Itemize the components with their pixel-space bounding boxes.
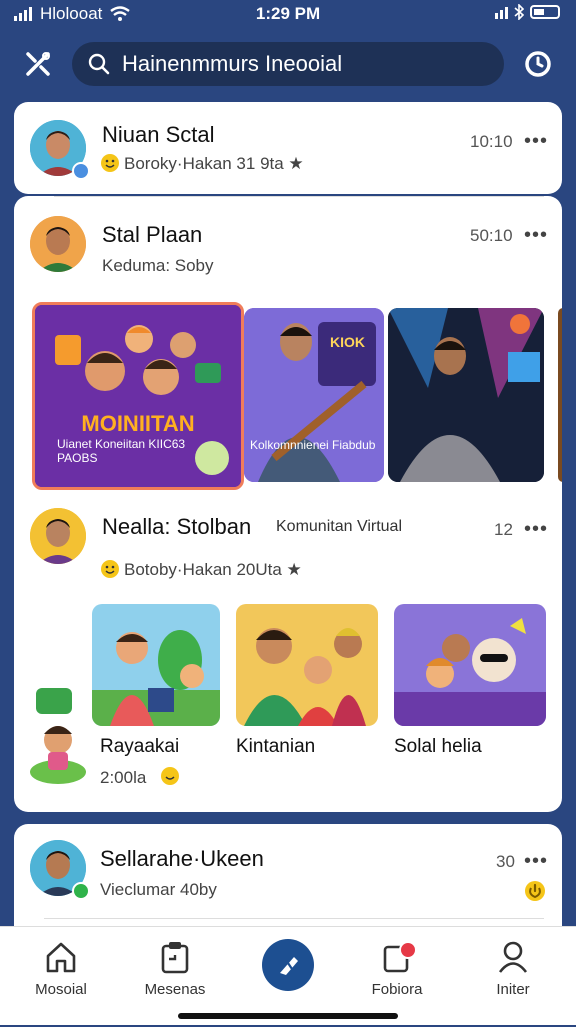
search-bar[interactable] [72,42,504,86]
search-input[interactable] [120,50,484,78]
media-sign: KIOK [330,334,365,350]
post-time: 10:10 [470,132,513,151]
author-name[interactable]: Stal Plaan [102,222,202,248]
media-caption: Uianet Koneiitan KIIC63 PAOBS [57,437,186,465]
top-bar [0,38,576,90]
bluetooth-icon [514,4,524,20]
media-thumbnail[interactable]: KIOK Kolkomnnienei Fiabdub [244,308,384,482]
clock: 1:29 PM [255,4,321,23]
media-caption: Kolkomnnienei Fiabdub [250,438,376,452]
tile-label[interactable]: Rayaakai [100,736,179,758]
compose-icon [280,957,298,975]
online-badge [72,882,90,900]
home-icon [46,942,76,973]
tile-detail: 2:00la [100,768,147,787]
media-thumbnail[interactable] [236,604,378,726]
profile-icon [498,941,528,973]
bottom-tab-bar: Mosoial Mesenas Fobiora Initer [0,926,576,1025]
badge-icon [195,441,229,475]
author-name[interactable]: Nealla: Stolban [102,514,251,540]
compose-button[interactable] [262,939,314,991]
media-thumbnail[interactable] [394,604,546,726]
online-badge [72,162,90,180]
cell-signal-icon [495,5,508,19]
post-card[interactable]: Stal Plaan Keduma: Soby 50:10 ••• MOINII… [14,196,562,812]
tab-home[interactable]: Mosoial [16,927,106,1027]
search-icon [88,53,110,75]
community-label: Komunitan Virtual [276,518,402,535]
timer-icon[interactable] [518,44,558,84]
post-subtitle: Boroky·Hakan 31 9ta ★ [124,154,304,173]
avatar[interactable] [30,216,86,272]
notification-badge [399,941,417,959]
media-thumbnail[interactable] [558,308,562,482]
post-time: 12 [494,520,513,539]
post-subtitle: Botoby·Hakan 20Uta ★ [124,560,302,579]
post-subtitle: Keduma: Soby [102,256,214,275]
post-card[interactable]: Sellarahe·Ukeen Vieclumar 40by 30 ••• [14,824,562,934]
media-title: MOINIITAN [81,411,195,436]
tab-messages[interactable]: Mesenas [130,927,220,1027]
post-time: 50:10 [470,226,513,245]
tab-label: Mosoial [35,981,87,998]
tab-profile[interactable]: Initer [468,927,558,1027]
smiley-icon [101,154,119,172]
sticker-icon [30,688,86,784]
more-options-icon[interactable]: ••• [524,850,548,873]
more-options-icon[interactable]: ••• [524,130,548,153]
more-options-icon[interactable]: ••• [524,224,548,247]
tools-icon[interactable] [18,44,58,84]
tab-compose[interactable] [243,927,333,1027]
tile-label[interactable]: Solal helia [394,736,482,758]
author-name[interactable]: Sellarahe·Ukeen [100,846,264,872]
author-name[interactable]: Niuan Sctal [102,122,215,148]
home-indicator [178,1013,398,1019]
tab-label: Fobiora [371,981,423,998]
tab-notifications[interactable]: Fobiora [352,927,442,1027]
tile-label[interactable]: Kintanian [236,736,315,758]
battery-icon [530,5,560,19]
tab-label: Initer [496,981,530,998]
media-thumbnail[interactable] [92,604,220,726]
more-options-icon[interactable]: ••• [524,518,548,541]
avatar[interactable] [30,508,86,564]
media-thumbnail[interactable] [388,308,544,482]
clipboard-icon [161,942,189,974]
media-thumbnail[interactable]: MOINIITAN Uianet Koneiitan KIIC63 PAOBS [32,302,244,490]
post-subtitle: Vieclumar 40by [100,880,217,899]
smiley-icon [161,767,179,785]
post-card[interactable]: Niuan Sctal Boroky·Hakan 31 9ta ★ 10:10 … [14,102,562,194]
tab-label: Mesenas [144,981,206,998]
power-icon[interactable] [524,880,546,902]
post-time: 30 [496,852,515,871]
smiley-icon [101,560,119,578]
status-bar: Hlolooat 1:29 PM [0,0,576,30]
